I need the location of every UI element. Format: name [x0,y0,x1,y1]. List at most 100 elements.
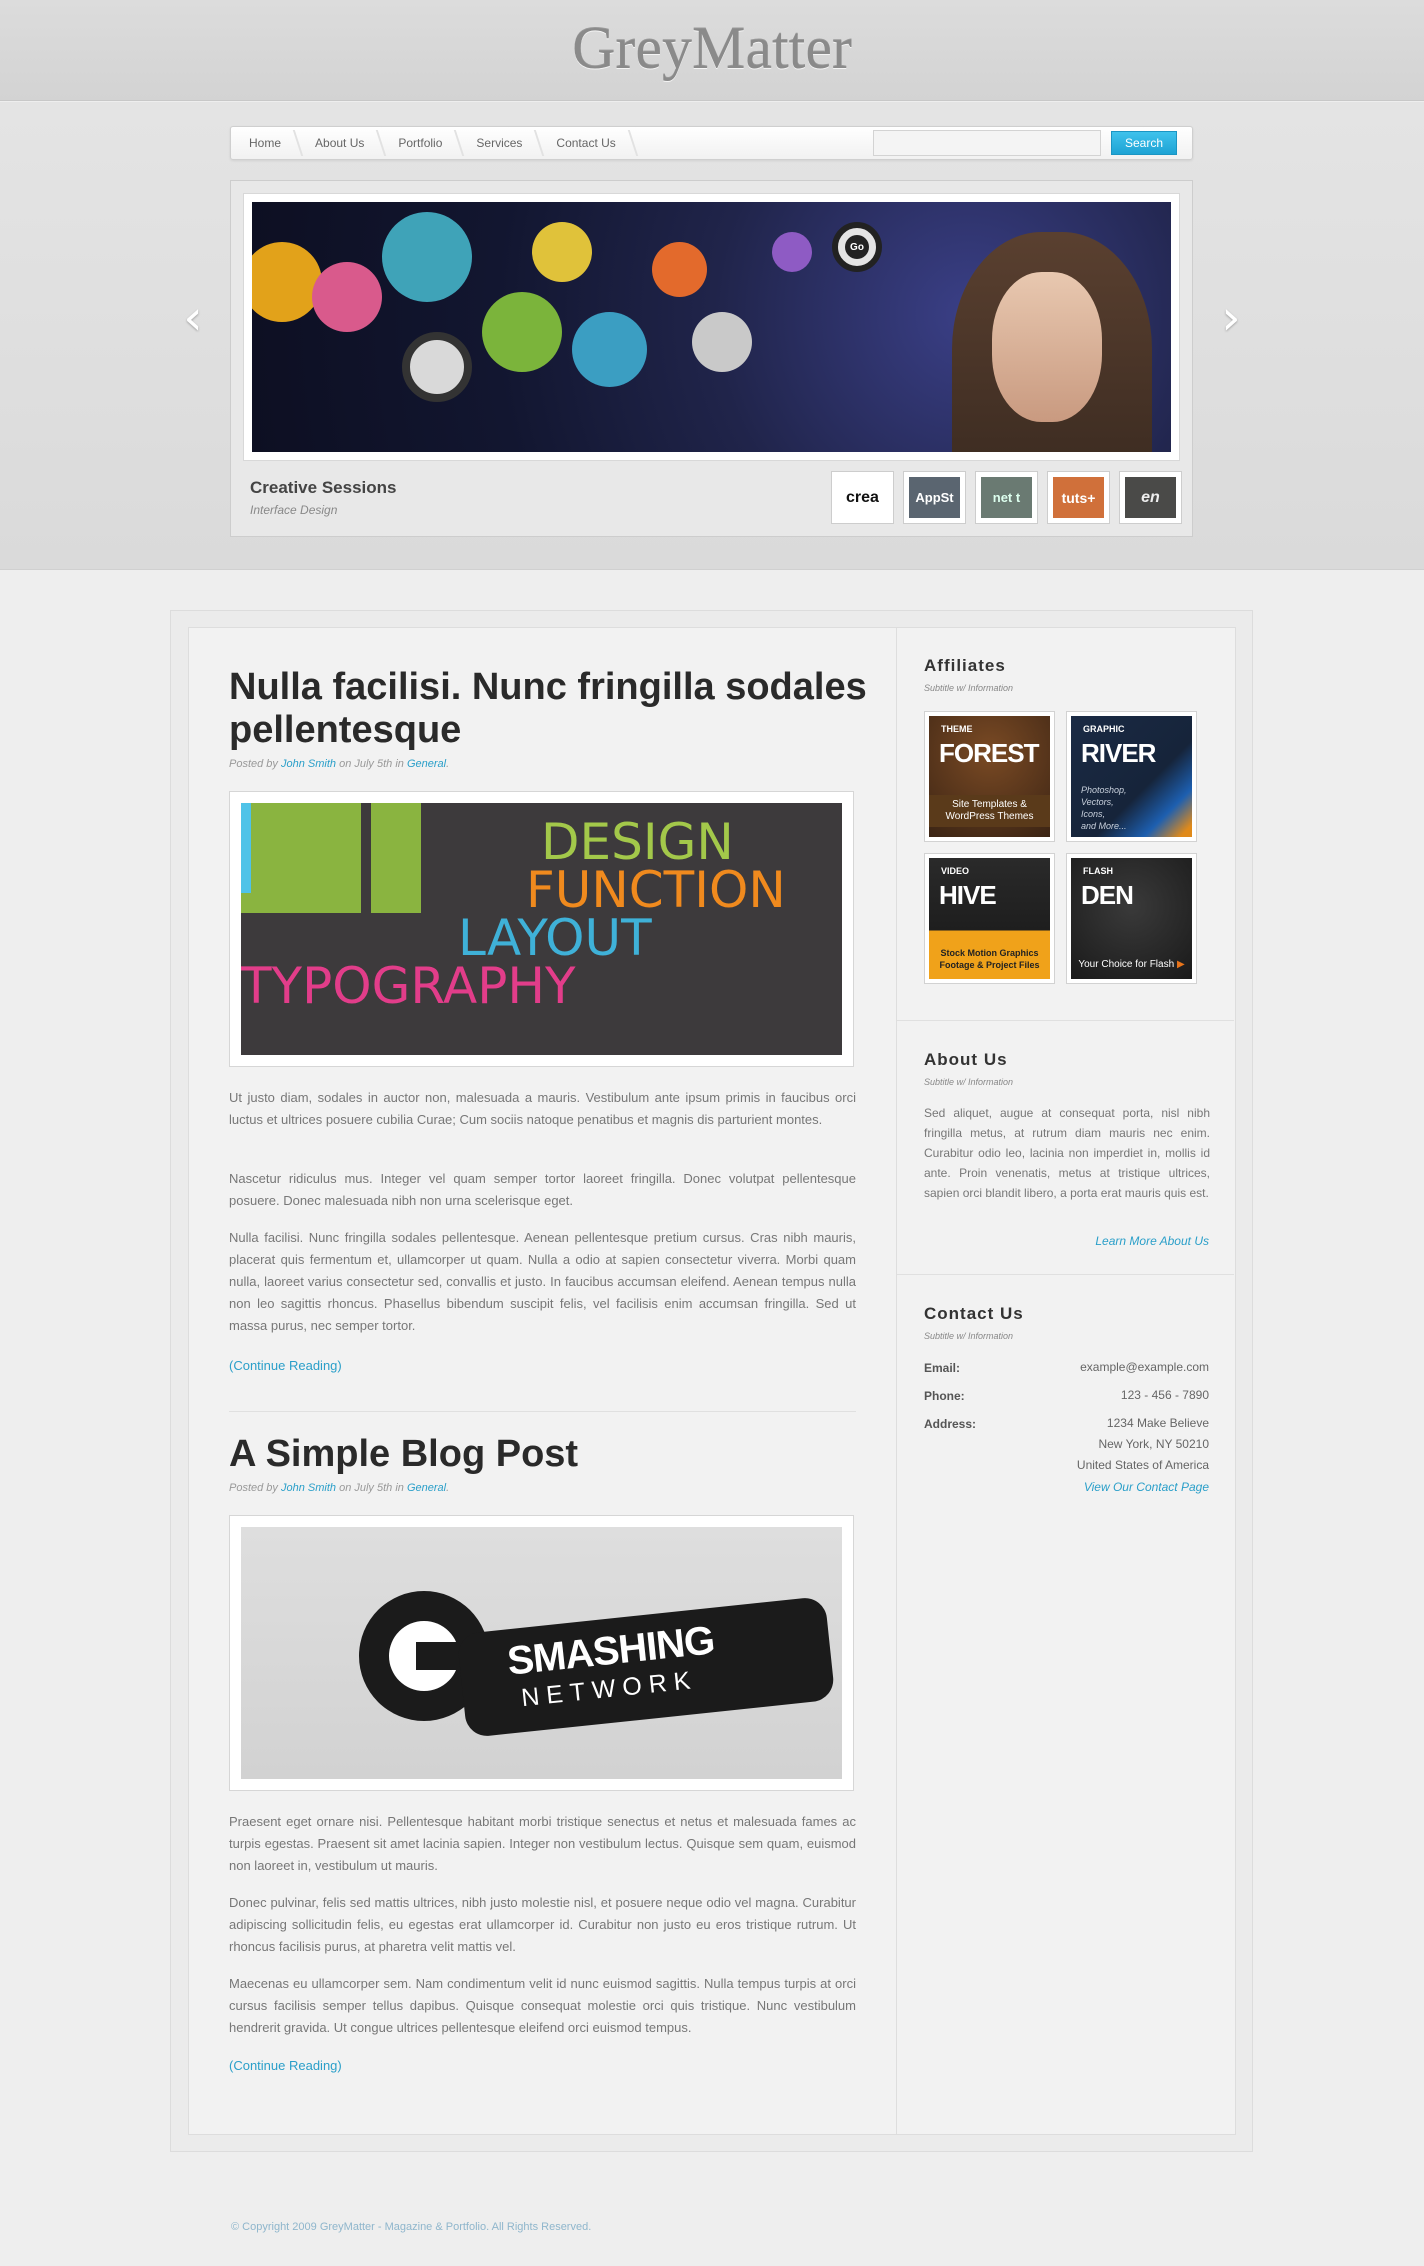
post-image-frame: SMASHING NETWORK [229,1515,854,1791]
thumb-label: en [1125,477,1176,518]
affiliate-small-label: THEME [941,724,973,734]
about-subtitle: Subtitle w/ Information [924,1077,1014,1087]
affiliate-logo: RIVER [1081,738,1156,768]
post-divider [229,1411,856,1412]
nav-services[interactable]: Services [466,136,546,150]
post-title[interactable]: Nulla facilisi. Nunc fringilla sodales p… [229,666,869,752]
affiliate-caption: and More... [1081,821,1127,831]
about-text: Sed aliquet, augue at consequat porta, n… [924,1106,1210,1200]
post-paragraph: Donec pulvinar, felis sed mattis ultrice… [229,1895,856,1954]
post-meta: Posted by John Smith on July 5th in Gene… [229,1482,449,1494]
affiliate-graphicriver[interactable]: GRAPHIC RIVER Photoshop, Vectors, Icons,… [1066,711,1197,842]
affiliate-logo: FOREST [939,738,1039,768]
affiliate-caption: Your Choice for Flash [1078,959,1175,970]
meta-posted-by: Posted by [229,758,278,770]
contact-page-link[interactable]: View Our Contact Page [1084,1480,1209,1494]
affiliate-themeforest[interactable]: THEME FOREST Site Templates & WordPress … [924,711,1055,842]
affiliates-title: Affiliates [924,656,1006,675]
affiliate-caption: Site Templates & [952,799,1027,810]
meta-end: . [446,758,450,770]
slider-thumb[interactable]: crea [831,471,894,524]
nav-about-us[interactable]: About Us [305,136,388,150]
main-nav: Home About Us Portfolio Services Contact… [230,126,1193,160]
email-value[interactable]: example@example.com [1080,1357,1209,1378]
slider-thumb[interactable]: en [1119,471,1182,524]
featured-slider: Go Creative Sessions Interface Design cr… [230,180,1193,537]
affiliate-logo: HIVE [939,880,997,910]
slide-caption-subtitle: Interface Design [250,503,338,517]
affiliate-flashden[interactable]: FLASH DEN Your Choice for Flash ▶ [1066,853,1197,984]
contact-subtitle: Subtitle w/ Information [924,1331,1014,1341]
affiliates-subtitle: Subtitle w/ Information [924,683,1014,693]
post-image[interactable]: SMASHING NETWORK [241,1527,842,1779]
affiliate-small-label: FLASH [1083,866,1113,876]
slide-image-frame: Go [243,193,1180,461]
continue-reading-link[interactable]: (Continue Reading) [229,1358,342,1373]
slider-next-icon[interactable]: › [1216,294,1246,342]
post-paragraph: Nulla facilisi. Nunc fringilla sodales p… [229,1230,856,1333]
affiliate-small-label: GRAPHIC [1083,724,1125,734]
continue-reading-link[interactable]: (Continue Reading) [229,2058,342,2073]
site-logo[interactable]: GreyMatter [0,14,1424,83]
affiliate-caption: Footage & Project Files [939,960,1040,970]
meta-date: on July 5th in [339,1482,404,1494]
affiliate-videohive[interactable]: VIDEO HIVE Stock Motion Graphics Footage… [924,853,1055,984]
category-link[interactable]: General [407,1482,446,1494]
author-link[interactable]: John Smith [281,758,336,770]
slider-thumb[interactable]: AppSt [903,471,966,524]
search-input[interactable] [873,130,1101,156]
affiliate-caption: WordPress Themes [945,811,1034,822]
image-word: TYPOGRAPHY [241,957,576,1015]
phone-value: 123 - 456 - 7890 [1120,1388,1209,1402]
post-image[interactable]: DESIGN FUNCTION LAYOUT TYPOGRAPHY [241,803,842,1055]
nav-home[interactable]: Home [239,136,305,150]
slider-thumb[interactable]: tuts+ [1047,471,1110,524]
nav-portfolio[interactable]: Portfolio [388,136,466,150]
post-paragraph: Nascetur ridiculus mus. Integer vel quam… [229,1171,856,1208]
category-link[interactable]: General [407,758,446,770]
affiliate-caption: Stock Motion Graphics [940,948,1039,958]
phone-label: Phone: [924,1389,965,1403]
post-paragraph: Ut justo diam, sodales in auctor non, ma… [229,1090,856,1127]
post-image-frame: DESIGN FUNCTION LAYOUT TYPOGRAPHY [229,791,854,1067]
meta-date: on July 5th in [339,758,404,770]
affiliate-caption: Vectors, [1081,797,1114,807]
address-line-1: 1234 Make Believe [1106,1416,1209,1430]
sidebar-divider-line [897,1020,1234,1021]
meta-posted-by: Posted by [229,1482,278,1494]
footer-copyright: © Copyright 2009 GreyMatter - Magazine &… [231,2221,592,2233]
slide-caption-title: Creative Sessions [250,478,397,497]
sidebar-divider [896,628,897,2134]
slider-thumb[interactable]: net t [975,471,1038,524]
image-word: DESIGN [541,813,734,871]
thumb-label: tuts+ [1053,477,1104,518]
post-title[interactable]: A Simple Blog Post [229,1433,869,1476]
image-word: LAYOUT [458,909,652,967]
post-meta: Posted by John Smith on July 5th in Gene… [229,758,449,770]
author-link[interactable]: John Smith [281,1482,336,1494]
slider-prev-icon[interactable]: ‹ [178,294,208,342]
post-paragraph: Maecenas eu ullamcorper sem. Nam condime… [229,1976,856,2035]
learn-more-link[interactable]: Learn More About Us [1095,1234,1209,1248]
slide-image[interactable]: Go [252,202,1171,452]
address-line-3: United States of America [1076,1458,1209,1472]
nav-contact-us[interactable]: Contact Us [546,136,639,150]
email-label: Email: [924,1361,961,1375]
post-paragraph: Praesent eget ornare nisi. Pellentesque … [229,1814,856,1873]
affiliate-caption: Icons, [1081,809,1106,819]
affiliate-logo: DEN [1081,880,1134,910]
affiliate-small-label: VIDEO [941,866,970,876]
search-button[interactable]: Search [1111,131,1177,155]
image-word: FUNCTION [526,861,786,919]
address-line-2: New York, NY 50210 [1098,1437,1209,1451]
sidebar-divider-line [897,1274,1234,1275]
thumb-label: crea [837,477,888,518]
thumb-label: net t [981,477,1032,518]
slider-thumbnails: crea AppSt net t tuts+ en [831,471,1182,524]
meta-end: . [446,1482,450,1494]
thumb-label: AppSt [909,477,960,518]
address-label: Address: [924,1417,977,1431]
about-title: About Us [924,1050,1008,1069]
go-badge: Go [845,235,869,259]
contact-title: Contact Us [924,1304,1024,1323]
